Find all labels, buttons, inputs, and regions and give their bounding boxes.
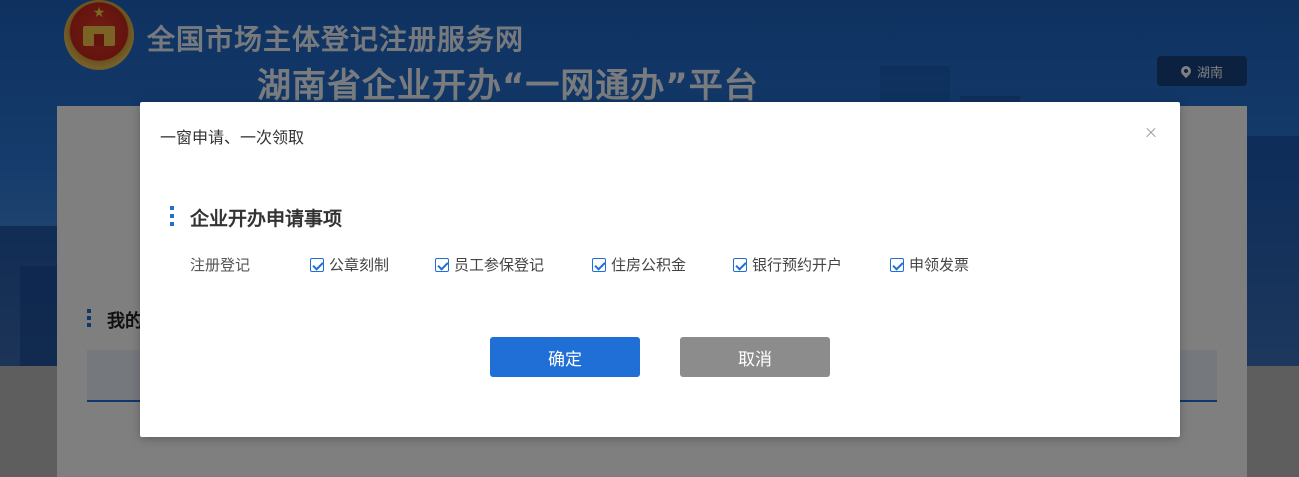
option-invoice[interactable]: 申领发票 bbox=[890, 254, 969, 275]
checkbox-checked-icon[interactable] bbox=[733, 257, 747, 272]
option-label: 申领发票 bbox=[909, 256, 970, 274]
checkbox-checked-icon[interactable] bbox=[890, 257, 904, 272]
checkbox-checked-icon[interactable] bbox=[310, 257, 324, 272]
section-marker-icon bbox=[170, 206, 174, 230]
apply-dialog: 一窗申请、一次领取 企业开办申请事项 注册登记 公章刻制 员工参保登记 住房公积… bbox=[140, 102, 1180, 437]
dialog-title: 一窗申请、一次领取 bbox=[160, 128, 305, 147]
option-label: 住房公积金 bbox=[611, 256, 687, 274]
option-employee-insurance[interactable]: 员工参保登记 bbox=[435, 254, 544, 275]
registration-label: 注册登记 bbox=[190, 256, 251, 274]
option-label: 员工参保登记 bbox=[454, 256, 545, 274]
cancel-button[interactable]: 取消 bbox=[680, 337, 830, 377]
option-label: 银行预约开户 bbox=[752, 256, 843, 274]
checkbox-checked-icon[interactable] bbox=[592, 257, 606, 272]
close-icon[interactable] bbox=[1142, 123, 1162, 143]
option-bank-account[interactable]: 银行预约开户 bbox=[733, 254, 842, 275]
confirm-button[interactable]: 确定 bbox=[490, 337, 640, 377]
option-label: 公章刻制 bbox=[329, 256, 390, 274]
checkbox-checked-icon[interactable] bbox=[435, 257, 449, 272]
option-housing-fund[interactable]: 住房公积金 bbox=[592, 254, 686, 275]
option-seal-engraving[interactable]: 公章刻制 bbox=[310, 254, 389, 275]
section-title: 企业开办申请事项 bbox=[190, 208, 343, 230]
